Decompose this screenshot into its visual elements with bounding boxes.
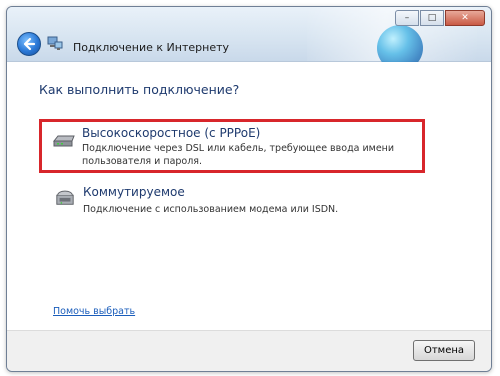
dialup-modem-icon xyxy=(56,190,74,205)
option-description: Подключение через DSL или кабель, требую… xyxy=(82,143,395,167)
close-button[interactable]: ✕ xyxy=(445,10,485,26)
connection-wizard-window: – □ ✕ Подключение к Интернету Как выполн… xyxy=(6,6,492,372)
title-bar: – □ ✕ Подключение к Интернету xyxy=(7,7,491,71)
option-title: Высокоскоростное (с PPPoE) xyxy=(82,126,261,140)
window-controls: – □ ✕ xyxy=(395,10,485,26)
network-connection-icon xyxy=(47,36,63,50)
minimize-button[interactable]: – xyxy=(395,10,419,26)
window-title: Подключение к Интернету xyxy=(73,41,230,54)
help-me-choose-link[interactable]: Помочь выбрать xyxy=(53,306,135,317)
option-title: Коммутируемое xyxy=(83,185,185,199)
wizard-footer: Отмена xyxy=(7,330,491,371)
maximize-button[interactable]: □ xyxy=(420,10,444,26)
back-arrow-icon xyxy=(23,37,36,51)
option-description: Подключение с использованием модема или … xyxy=(83,204,339,215)
back-button[interactable] xyxy=(17,32,41,56)
option-high-speed-pppoe[interactable]: Высокоскоростное (с PPPoE) Подключение ч… xyxy=(39,119,425,173)
page-heading: Как выполнить подключение? xyxy=(39,82,240,97)
wizard-content: Как выполнить подключение? Высокоскорост… xyxy=(7,62,491,331)
modem-icon xyxy=(52,135,75,147)
cancel-button[interactable]: Отмена xyxy=(413,340,475,361)
option-dial-up[interactable]: Коммутируемое Подключение с использовани… xyxy=(43,181,423,219)
